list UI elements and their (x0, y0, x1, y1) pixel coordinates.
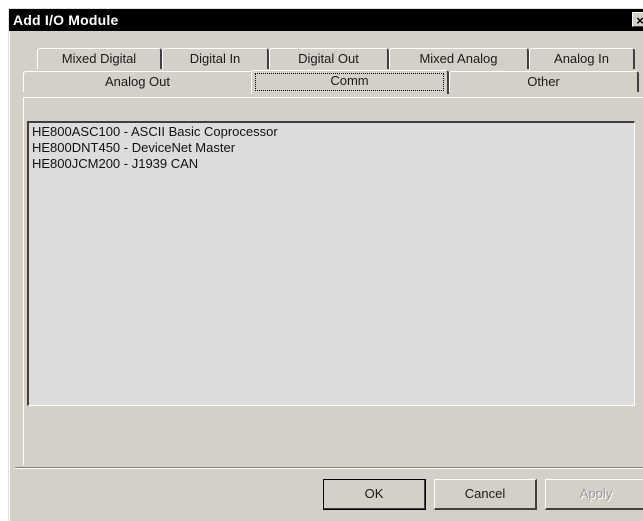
tab-label: Comm (330, 73, 369, 88)
list-item[interactable]: HE800ASC100 - ASCII Basic Coprocessor (32, 124, 631, 140)
tab-digital-in[interactable]: Digital In (162, 48, 269, 69)
tab-other[interactable]: Other (449, 71, 639, 92)
dialog-title: Add I/O Module (13, 12, 119, 28)
list-item[interactable]: HE800DNT450 - DeviceNet Master (32, 140, 631, 156)
tab-mixed-analog[interactable]: Mixed Analog (389, 48, 529, 69)
list-item[interactable]: HE800JCM200 - J1939 CAN (32, 156, 631, 172)
cancel-button-label: Cancel (464, 486, 506, 501)
tab-comm[interactable]: Comm (251, 70, 449, 94)
tab-label: Analog Out (104, 74, 171, 89)
tab-label: Mixed Analog (419, 51, 498, 66)
button-separator (15, 467, 643, 469)
tab-label: Mixed Digital (61, 51, 137, 66)
apply-button-label: Apply (579, 486, 613, 501)
close-icon: × (636, 13, 643, 28)
apply-button[interactable]: Apply (545, 479, 643, 510)
ok-button[interactable]: OK (323, 479, 426, 510)
tab-label: Analog In (554, 51, 609, 66)
tab-label: Other (527, 74, 560, 89)
title-bar[interactable]: Add I/O Module × (9, 9, 643, 31)
module-listbox[interactable]: HE800ASC100 - ASCII Basic Coprocessor HE… (27, 121, 635, 406)
tab-analog-in[interactable]: Analog In (529, 48, 635, 69)
ok-button-label: OK (364, 486, 384, 501)
tab-mixed-digital[interactable]: Mixed Digital (37, 48, 162, 69)
cancel-button[interactable]: Cancel (434, 479, 537, 510)
tab-label: Digital Out (298, 51, 359, 66)
tab-label: Digital In (189, 51, 241, 66)
tab-analog-out[interactable]: Analog Out (23, 71, 253, 92)
close-button[interactable]: × (632, 12, 643, 28)
add-io-module-dialog: Add I/O Module × Mixed Digital Digital I… (8, 8, 643, 521)
tab-digital-out[interactable]: Digital Out (269, 48, 389, 69)
